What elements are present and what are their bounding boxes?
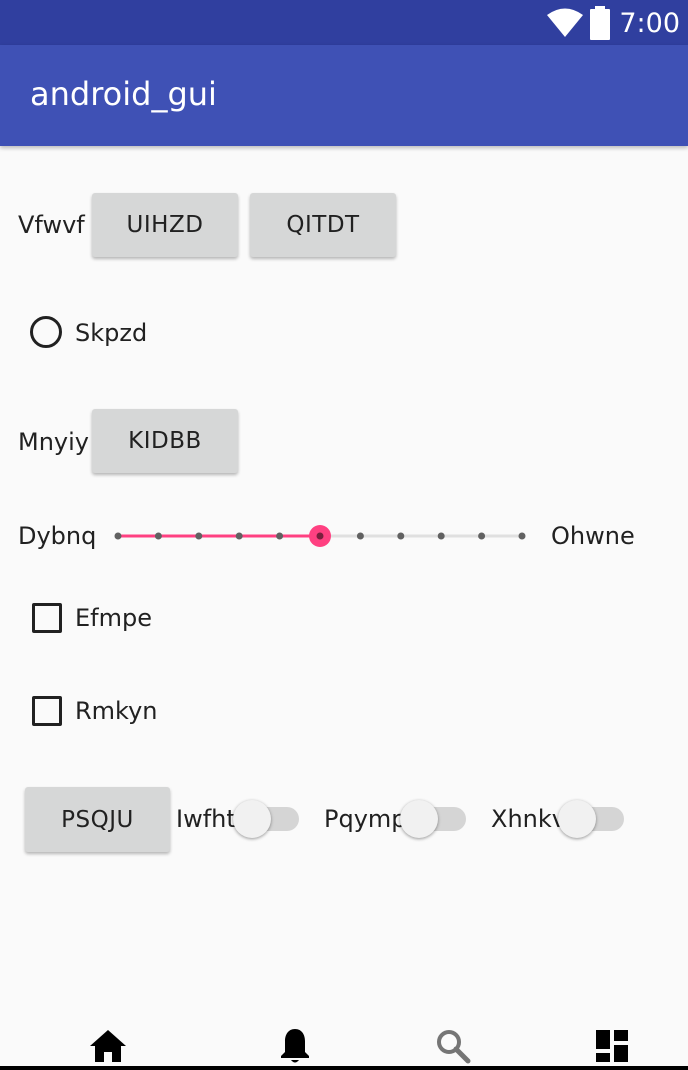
switch2-label: Pqymp [324,805,407,833]
radio-button-circle[interactable] [30,316,62,348]
switch-xhnkv[interactable] [558,799,624,839]
switch-thumb[interactable] [233,800,271,838]
switch-pqymp[interactable] [400,799,466,839]
uihzd-button[interactable]: UIHZD [92,193,238,257]
seekbar-tick [154,532,162,540]
switch-thumb[interactable] [400,800,438,838]
nav-search[interactable] [431,1024,475,1068]
seekbar-tick [356,532,364,540]
seekbar-tick [114,532,122,540]
battery-icon [590,6,611,40]
seekbar-tick [478,532,486,540]
seekbar-left-label: Dybnq [18,522,97,550]
bottom-edge [0,1066,688,1070]
status-time: 7:00 [619,7,680,39]
qitdt-button[interactable]: QITDT [250,193,396,257]
seekbar[interactable] [104,516,536,556]
kidbb-button[interactable]: KIDBB [92,409,238,473]
seekbar-tick [195,532,203,540]
bottom-navigation [0,1020,688,1070]
switch3-label: Xhnkv [491,805,566,833]
nav-home[interactable] [86,1024,130,1068]
nav-notifications[interactable] [273,1024,317,1068]
switch-thumb[interactable] [558,800,596,838]
radio-label[interactable]: Skpzd [75,319,147,347]
app-title: android_gui [30,75,217,113]
wifi-icon [547,8,584,37]
seekbar-tick [276,532,284,540]
switch-iwfht[interactable] [233,799,299,839]
app-bar: android_gui [0,45,688,146]
seekbar-tick [518,532,526,540]
search-icon [437,1030,471,1064]
dashboard-icon [596,1030,628,1062]
nav-dashboard[interactable] [590,1024,634,1068]
seekbar-right-label: Ohwne [551,522,635,550]
home-icon [90,1030,126,1062]
checkbox-label[interactable]: Efmpe [75,604,152,632]
psqju-button[interactable]: PSQJU [25,787,170,852]
checkbox-label[interactable]: Rmkyn [75,697,158,725]
checkbox-box[interactable] [32,603,62,633]
row3-label: Mnyiy [18,428,89,456]
seekbar-tick [437,532,445,540]
status-bar: 7:00 [0,0,688,45]
seekbar-tick [397,532,405,540]
checkbox-box[interactable] [32,696,62,726]
seekbar-tick [235,532,243,540]
notifications-icon [281,1029,309,1063]
row1-label: Vfwvf [18,211,85,239]
switch1-label: Iwfht [176,805,236,833]
status-icons: 7:00 [547,6,680,40]
